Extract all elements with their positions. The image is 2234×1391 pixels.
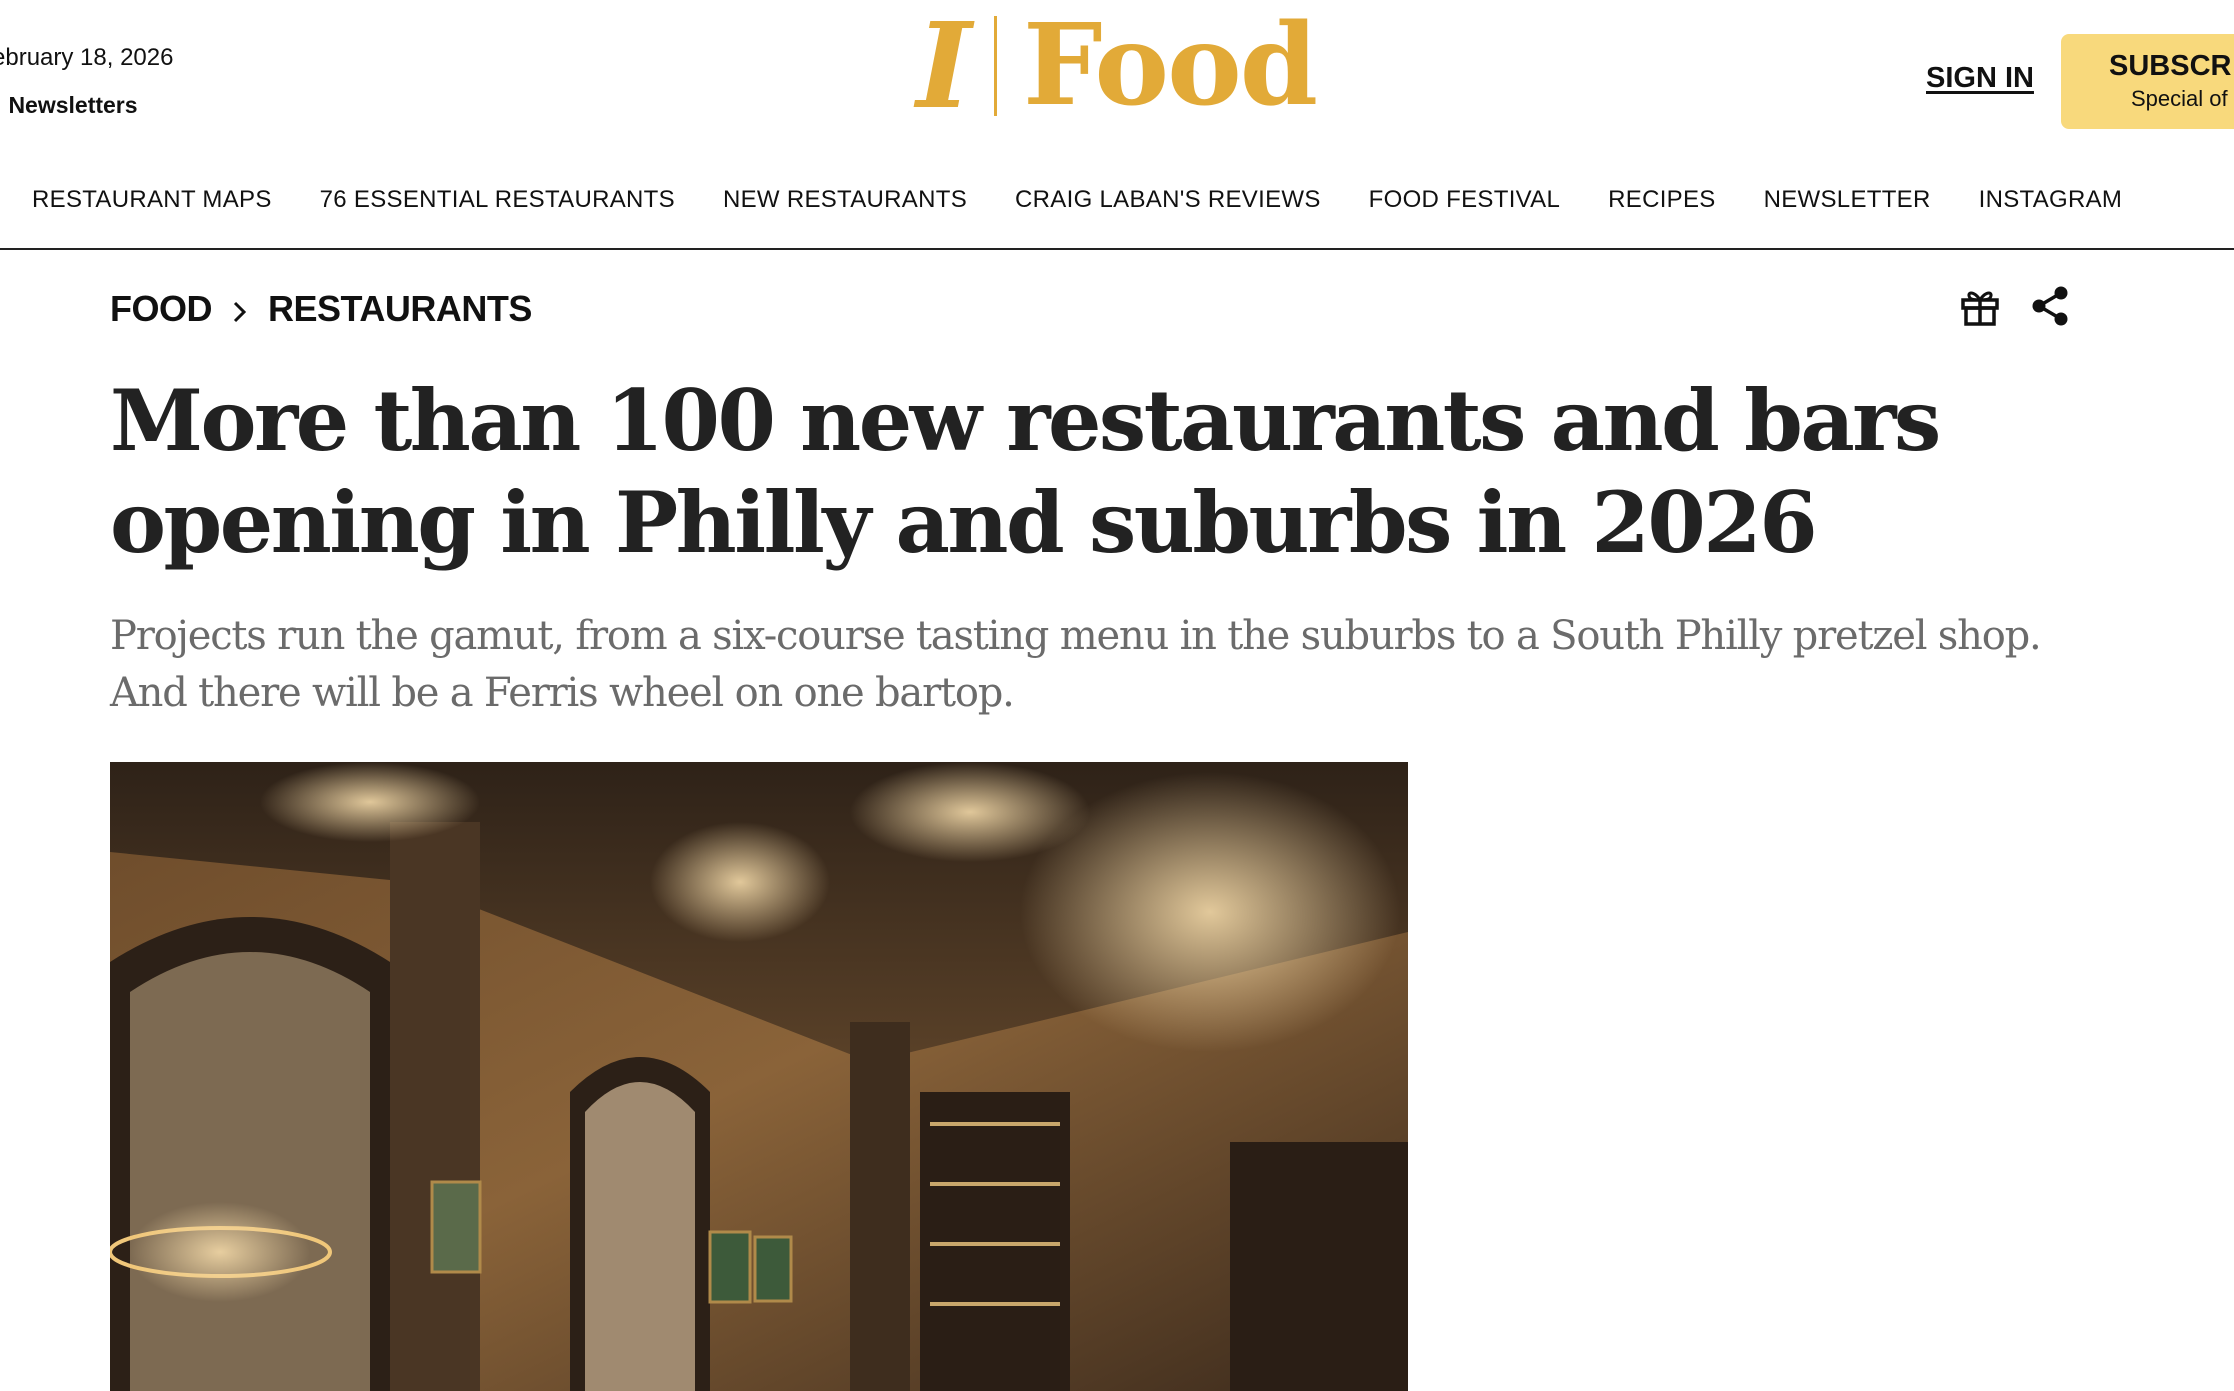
article-dek: Projects run the gamut, from a six-cours… <box>110 613 2042 716</box>
chevron-right-icon <box>230 294 250 324</box>
sign-in-link[interactable]: SIGN IN <box>1926 62 2034 95</box>
logo-divider <box>994 16 997 116</box>
article-actions <box>1956 282 2074 330</box>
gift-icon[interactable] <box>1956 282 2004 330</box>
nav-item-food-festival[interactable]: FOOD FESTIVAL <box>1369 186 1560 214</box>
nav-item-craig-laban-reviews[interactable]: CRAIG LABAN'S REVIEWS <box>1015 186 1321 214</box>
inquirer-logo-icon: I <box>916 0 972 135</box>
newsletters-link[interactable]: Newsletters <box>8 92 137 119</box>
subscribe-button[interactable]: SUBSCR Special of <box>2061 34 2234 129</box>
page: ebruary 18, 2026 | Newsletters I Food SI… <box>0 0 2234 1391</box>
nav-item-essential-restaurants[interactable]: 76 ESSENTIAL RESTAURANTS <box>320 186 675 214</box>
subscribe-note: Special of <box>2131 86 2228 111</box>
current-date: ebruary 18, 2026 <box>0 44 174 71</box>
article-headline: More than 100 new restaurants and bars o… <box>110 371 1941 572</box>
top-links: | Newsletters <box>0 92 137 119</box>
nav-item-new-restaurants[interactable]: NEW RESTAURANTS <box>723 186 967 214</box>
nav-item-instagram[interactable]: INSTAGRAM <box>1979 186 2123 214</box>
logo-section-name: Food <box>1023 0 1318 131</box>
nav-item-restaurant-maps[interactable]: RESTAURANT MAPS <box>32 186 272 214</box>
food-logo[interactable]: I Food <box>908 0 1318 135</box>
subscribe-label: SUBSCR <box>2109 50 2232 82</box>
breadcrumb-food[interactable]: FOOD <box>110 288 213 330</box>
share-icon[interactable] <box>2026 282 2074 330</box>
hero-image <box>110 762 1408 1391</box>
breadcrumb-restaurants[interactable]: RESTAURANTS <box>268 288 532 330</box>
nav-item-recipes[interactable]: RECIPES <box>1608 186 1715 214</box>
nav-item-newsletter[interactable]: NEWSLETTER <box>1764 186 1931 214</box>
section-nav: RESTAURANT MAPS 76 ESSENTIAL RESTAURANTS… <box>0 160 2234 250</box>
top-bar: ebruary 18, 2026 | Newsletters I Food SI… <box>0 0 2234 150</box>
section-nav-list: RESTAURANT MAPS 76 ESSENTIAL RESTAURANTS… <box>32 186 2122 214</box>
breadcrumb: FOOD RESTAURANTS <box>110 288 532 330</box>
